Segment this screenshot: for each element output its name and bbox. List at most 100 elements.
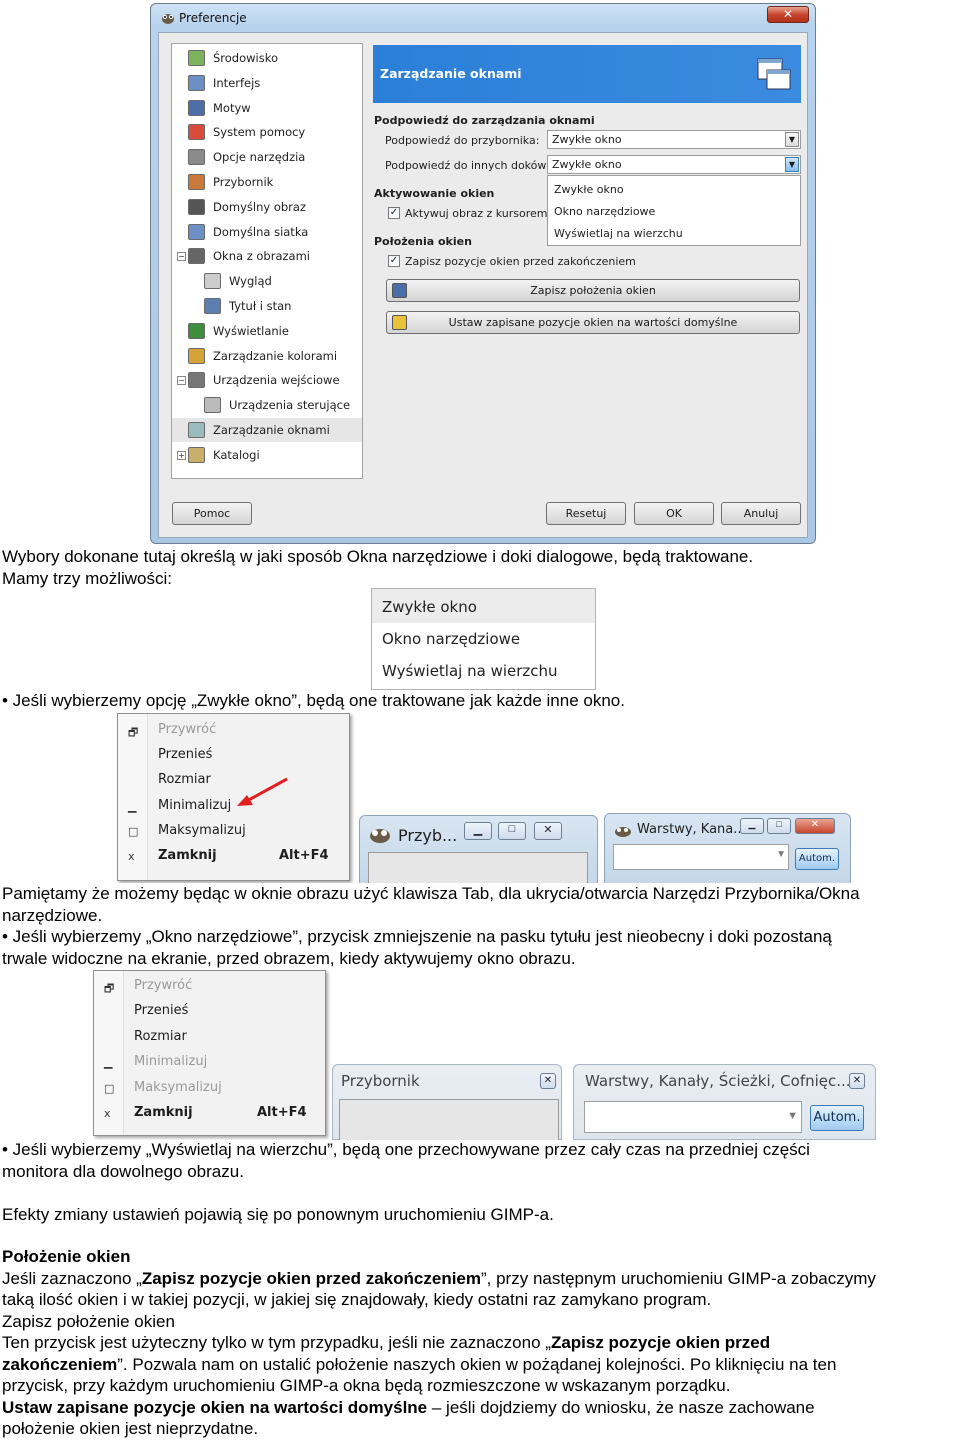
window-management-banner-icon — [757, 58, 791, 90]
tree-item-display[interactable]: Wyświetlanie — [172, 319, 362, 343]
menu-item[interactable]: Przenieś — [134, 1003, 188, 1018]
text-span: Ten przycisk jest użyteczny tylko w tym … — [2, 1333, 551, 1352]
menu-item[interactable]: Przenieś — [158, 747, 212, 762]
tree-item-window-management[interactable]: Zarządzanie oknami — [172, 418, 362, 442]
dropdown-option[interactable]: Okno narzędziowe — [554, 205, 655, 218]
tree-item-help-system[interactable]: System pomocy — [172, 120, 362, 144]
layers-window-titlebar: Warstwy, Kana... ▁ □ ✕ ▼ Autom. — [604, 813, 851, 883]
focus-checkbox-label: Aktywuj obraz z kursorem — [405, 207, 548, 220]
layers-combo[interactable]: ▼ — [613, 844, 789, 870]
layers-title: Warstwy, Kana... — [637, 822, 746, 837]
input-controllers-icon — [204, 397, 221, 414]
layers-combo[interactable]: ▼ — [584, 1101, 802, 1133]
tree-item-label: Opcje narzędzia — [213, 150, 306, 165]
text-span-bold: Ustaw zapisane pozycje okien na wartości… — [2, 1397, 428, 1417]
expand-icon[interactable]: + — [177, 450, 186, 460]
chevron-down-icon: ▼ — [776, 849, 786, 860]
collapse-icon[interactable]: − — [177, 376, 186, 386]
focus-checkbox[interactable]: ✓ — [388, 207, 400, 219]
paragraph-intro: Wybory dokonane tutaj określą w jaki spo… — [2, 546, 960, 589]
close-icon: ✕ — [543, 1075, 553, 1086]
image-windows-icon — [188, 248, 205, 265]
auto-button[interactable]: Autom. — [795, 848, 839, 870]
menu-item: Przywróć — [158, 722, 217, 737]
minimize-icon: ▁ — [473, 824, 483, 836]
tree-item-appearance[interactable]: Wygląd — [172, 269, 362, 293]
reset-button[interactable]: Resetuj — [546, 502, 626, 525]
dropdown-option[interactable]: Zwykłe okno — [554, 183, 624, 196]
save-window-positions-button[interactable]: Zapisz położenia okien — [386, 279, 800, 302]
ok-button[interactable]: OK — [634, 502, 714, 525]
tree-item-theme[interactable]: Motyw — [172, 96, 362, 120]
tree-item-label: Tytuł i stan — [229, 299, 292, 313]
section-positions: Położenia okien — [374, 235, 472, 248]
auto-button[interactable]: Autom. — [810, 1105, 864, 1131]
tree-item-label: Przybornik — [213, 175, 274, 189]
menu-item-accelerator: Alt+F4 — [257, 1105, 307, 1120]
maximize-button[interactable]: □ — [498, 822, 526, 840]
docks-hint-select[interactable]: Zwykłe okno ▼ — [547, 155, 801, 174]
tree-item-default-image[interactable]: Domyślny obraz — [172, 195, 362, 219]
text-span: ”, przy następnym uruchomieniu GIMP-a zo… — [481, 1268, 876, 1288]
close-button[interactable]: ✕ — [540, 1073, 556, 1089]
tree-item-label: Urządzenia sterujące — [229, 398, 351, 413]
docks-hint-dropdown: Zwykłe okno Okno narzędziowe Wyświetlaj … — [547, 175, 801, 246]
help-button-label: Pomoc — [193, 507, 231, 520]
menu-item[interactable]: Maksymalizuj — [158, 823, 246, 838]
close-button[interactable]: ✕ — [849, 1073, 865, 1089]
save-positions-checkbox-label: Zapisz pozycje okien przed zakończeniem — [405, 255, 636, 268]
menu-item-icon: □ — [128, 824, 139, 838]
tree-item-input-controllers[interactable]: Urządzenia sterujące — [172, 393, 362, 417]
menu-item[interactable]: Minimalizuj — [158, 798, 231, 813]
reset-window-positions-button[interactable]: Ustaw zapisane pozycje okien na wartości… — [386, 311, 800, 334]
close-button[interactable]: ✕ — [534, 822, 562, 840]
section-focus: Aktywowanie okien — [374, 187, 495, 200]
tree-item-input-devices[interactable]: − Urządzenia wejściowe — [172, 368, 362, 392]
save-positions-checkbox[interactable]: ✓ — [388, 255, 400, 267]
minimize-button[interactable]: ▁ — [464, 822, 492, 840]
toolbox-window-titlebar: Przybornik ✕ — [332, 1064, 562, 1140]
tool-options-icon — [188, 149, 205, 166]
toolbox-hint-select[interactable]: Zwykłe okno ▼ — [547, 130, 801, 149]
tree-item-label: Motyw — [213, 100, 251, 115]
preferences-tree[interactable]: Środowisko Interfejs Motyw System pomocy Opc… — [171, 43, 363, 479]
close-button[interactable]: ✕ — [795, 818, 835, 834]
menu-item[interactable]: Rozmiar — [134, 1029, 187, 1044]
text-line: Wybory dokonane tutaj określą w jaki spo… — [2, 547, 754, 566]
window-hint-options-image: Zwykłe okno Okno narzędziowe Wyświetlaj … — [371, 588, 596, 690]
help-button[interactable]: Pomoc — [172, 502, 252, 525]
help-system-icon — [188, 124, 205, 141]
collapse-icon[interactable]: − — [177, 252, 186, 262]
tree-item-label: Wyświetlanie — [213, 323, 289, 338]
tree-item-tool-options[interactable]: Opcje narzędzia — [172, 145, 362, 169]
close-button[interactable]: ✕ — [767, 6, 809, 23]
tree-item-image-windows[interactable]: − Okna z obrazami — [172, 244, 362, 268]
title-bar[interactable]: Preferencje ✕ — [151, 4, 815, 32]
menu-item[interactable]: Zamknij — [134, 1105, 193, 1120]
menu-item[interactable]: Rozmiar — [158, 772, 211, 787]
tree-item-interface[interactable]: Interfejs — [172, 71, 362, 95]
tree-item-label: System pomocy — [213, 125, 306, 140]
menu-item[interactable]: Zamknij — [158, 848, 217, 863]
tree-item-toolbox[interactable]: Przybornik — [172, 170, 362, 194]
tree-item-title-status[interactable]: Tytuł i stan — [172, 294, 362, 318]
dropdown-option[interactable]: Wyświetlaj na wierzchu — [554, 227, 683, 240]
auto-button-label: Autom. — [813, 1110, 861, 1125]
tree-item-label: Domyślny obraz — [213, 199, 306, 214]
minimize-button[interactable]: ▁ — [740, 818, 764, 834]
tree-item-folders[interactable]: + Katalogi — [172, 443, 362, 467]
close-icon: ✕ — [852, 1075, 862, 1086]
text-line: • Jeśli wybierzemy „Wyświetlaj na wierzc… — [2, 1140, 810, 1159]
chevron-down-icon: ▼ — [785, 132, 799, 147]
section-window-hints: Podpowiedź do zarządzania oknami — [374, 114, 595, 127]
maximize-button[interactable]: □ — [767, 818, 791, 834]
window-management-icon — [188, 422, 205, 438]
list-item: Zwykłe okno — [382, 598, 477, 616]
cancel-button[interactable]: Anuluj — [721, 502, 801, 525]
tree-item-environment[interactable]: Środowisko — [172, 46, 362, 70]
text-span: – jeśli dojdziemy do wniosku, że nasze z… — [427, 1397, 815, 1417]
tree-item-color-management[interactable]: Zarządzanie kolorami — [172, 344, 362, 368]
tree-item-default-grid[interactable]: Domyślna siatka — [172, 220, 362, 244]
menu-item: Przywróć — [134, 978, 193, 993]
text-span: ”. Pozwala nam on ustalić położenie nasz… — [117, 1354, 837, 1374]
